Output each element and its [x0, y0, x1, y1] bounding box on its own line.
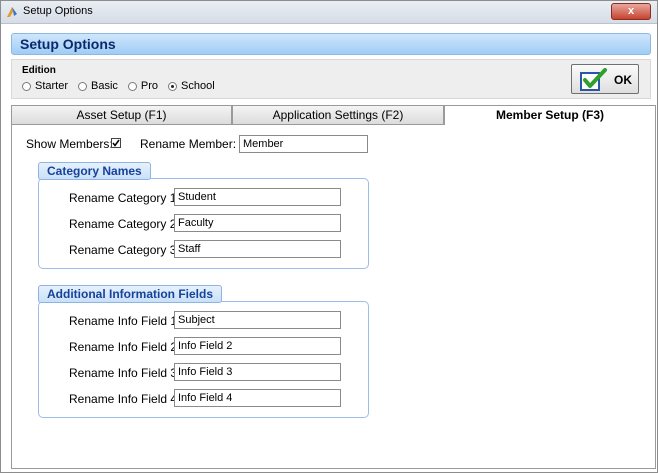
close-button[interactable]: x [611, 3, 651, 20]
edition-radio-group: Starter Basic Pro School [22, 80, 215, 92]
edition-radio-pro[interactable]: Pro [127, 80, 159, 92]
info-field-2-label: Rename Info Field 2: [69, 340, 181, 354]
edition-group: Edition Starter Basic Pro School [11, 59, 651, 99]
page-header: Setup Options [11, 33, 651, 55]
radio-selected-icon [168, 81, 178, 91]
close-icon: x [627, 5, 635, 17]
info-field-1-label: Rename Info Field 1: [69, 314, 181, 328]
edition-option-label: School [181, 80, 215, 92]
setup-options-window: Setup Options x Setup Options Edition St… [0, 0, 658, 473]
rename-member-input[interactable]: Member [239, 135, 368, 153]
tab-bar: Asset Setup (F1) Application Settings (F… [11, 105, 656, 126]
radio-circle-icon [78, 81, 88, 91]
category-2-input[interactable]: Faculty [174, 214, 341, 232]
edition-radio-school[interactable]: School [168, 80, 215, 92]
radio-circle-icon [127, 81, 137, 91]
member-setup-panel: Show Members: Rename Member: Member Rena… [11, 125, 656, 469]
ok-button[interactable]: OK [571, 64, 639, 94]
title-bar: Setup Options x [1, 1, 657, 24]
show-members-label: Show Members: [26, 137, 113, 151]
show-members-checkbox[interactable] [111, 138, 121, 148]
info-field-4-label: Rename Info Field 4: [69, 392, 181, 406]
category-3-label: Rename Category 3: [69, 243, 180, 257]
additional-info-title: Additional Information Fields [38, 285, 222, 303]
ok-label: OK [614, 73, 632, 87]
page-title: Setup Options [20, 36, 116, 52]
info-field-4-input[interactable]: Info Field 4 [174, 389, 341, 407]
checkmark-icon [112, 139, 120, 147]
category-1-label: Rename Category 1: [69, 191, 180, 205]
rename-member-label: Rename Member: [140, 137, 237, 151]
edition-option-label: Basic [91, 80, 118, 92]
edition-option-label: Starter [35, 80, 69, 92]
tab-member-setup[interactable]: Member Setup (F3) [444, 105, 656, 126]
category-names-group: Rename Category 1: Student Rename Catego… [38, 178, 369, 269]
additional-info-group: Rename Info Field 1: Subject Rename Info… [38, 301, 369, 418]
info-field-2-input[interactable]: Info Field 2 [174, 337, 341, 355]
window-title: Setup Options [23, 5, 93, 17]
tab-asset-setup[interactable]: Asset Setup (F1) [11, 105, 232, 125]
checkmark-icon [580, 68, 607, 91]
app-icon [5, 5, 19, 19]
radio-circle-icon [22, 81, 31, 91]
info-field-3-label: Rename Info Field 3: [69, 366, 181, 380]
tab-application-settings[interactable]: Application Settings (F2) [232, 105, 444, 125]
info-field-1-input[interactable]: Subject [174, 311, 341, 329]
info-field-3-input[interactable]: Info Field 3 [174, 363, 341, 381]
category-3-input[interactable]: Staff [174, 240, 341, 258]
edition-radio-basic[interactable]: Basic [78, 80, 118, 92]
edition-radio-starter[interactable]: Starter [22, 80, 68, 92]
edition-option-label: Pro [140, 80, 159, 92]
category-1-input[interactable]: Student [174, 188, 341, 206]
category-names-title: Category Names [38, 162, 151, 180]
category-2-label: Rename Category 2: [69, 217, 180, 231]
edition-label: Edition [22, 65, 56, 76]
